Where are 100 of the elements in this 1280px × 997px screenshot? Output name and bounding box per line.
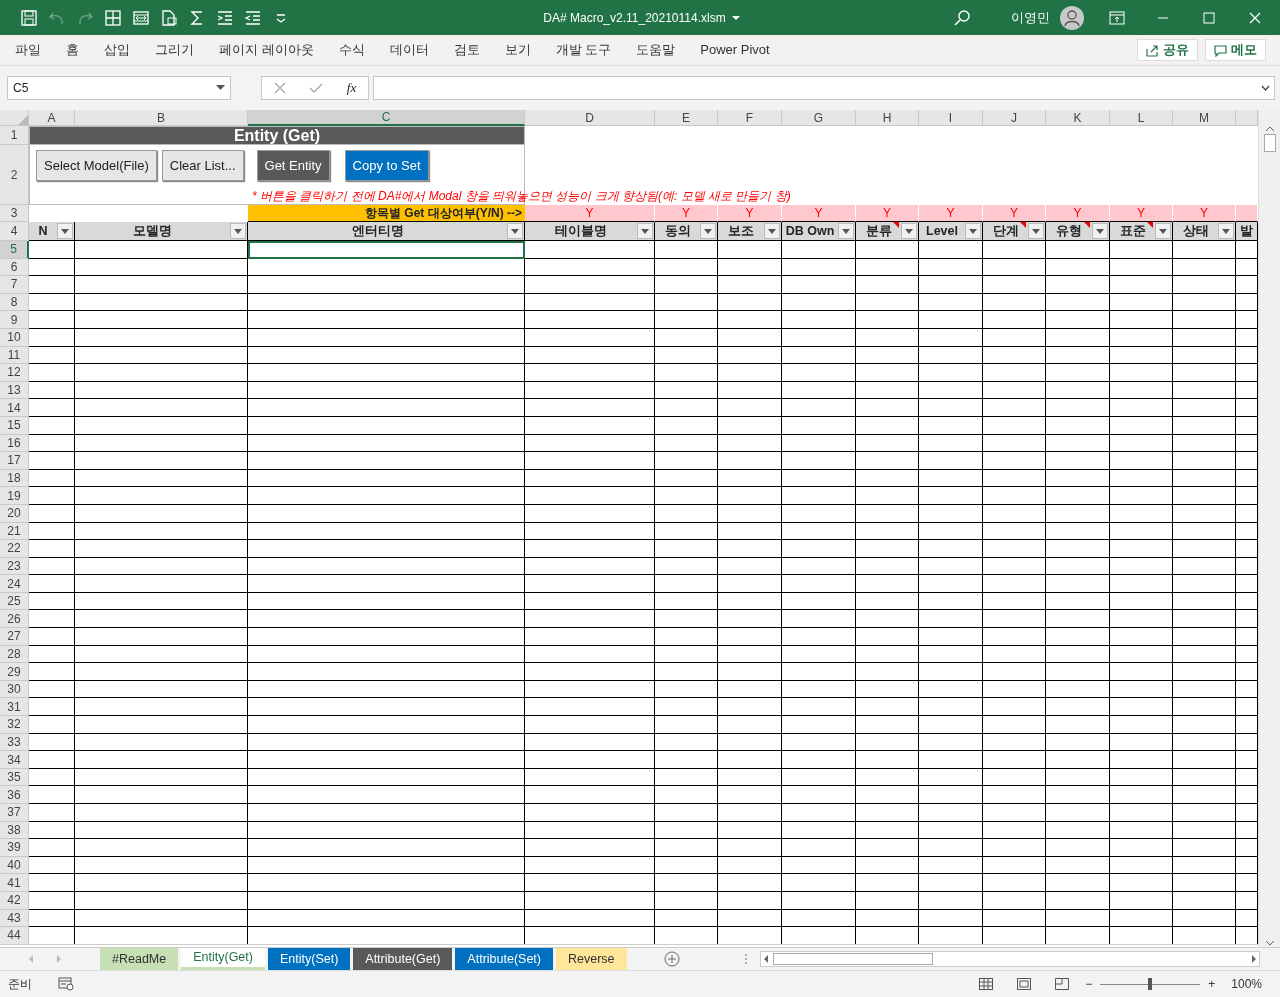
- row-header[interactable]: 34: [0, 751, 29, 769]
- column-header[interactable]: F: [718, 110, 782, 126]
- ribbon-tab[interactable]: 파일: [15, 40, 41, 60]
- share-button[interactable]: 공유: [1137, 39, 1198, 61]
- close-icon[interactable]: [1249, 11, 1261, 24]
- row-header[interactable]: 31: [0, 698, 29, 717]
- row-header[interactable]: 26: [0, 610, 29, 629]
- insert-function-button[interactable]: fx: [346, 78, 357, 98]
- row-header[interactable]: 24: [0, 575, 29, 593]
- sheet-tab[interactable]: Attribute(Get): [353, 948, 453, 970]
- row-header[interactable]: 39: [0, 839, 29, 857]
- document-icon[interactable]: [160, 8, 178, 27]
- filter-button[interactable]: [764, 223, 780, 239]
- zoom-level[interactable]: 100%: [1231, 975, 1262, 993]
- formula-field[interactable]: [373, 76, 1275, 100]
- grid-icon[interactable]: [104, 8, 122, 27]
- column-header[interactable]: G: [782, 110, 856, 126]
- macro-button[interactable]: Clear List...: [161, 150, 244, 181]
- row-header[interactable]: 3: [0, 205, 29, 222]
- ribbon-tab[interactable]: 보기: [504, 40, 531, 60]
- scroll-thumb[interactable]: [772, 953, 933, 965]
- ribbon-display-icon[interactable]: [1109, 10, 1125, 25]
- macro-button[interactable]: Get Entity: [256, 150, 330, 181]
- caret-icon[interactable]: [731, 14, 740, 21]
- filter-button[interactable]: [1028, 223, 1044, 239]
- column-header[interactable]: H: [856, 110, 919, 126]
- maximize-icon[interactable]: [1203, 11, 1215, 24]
- row-header[interactable]: 12: [0, 364, 29, 382]
- row-header[interactable]: 29: [0, 663, 29, 681]
- row-header[interactable]: 32: [0, 716, 29, 734]
- row-header[interactable]: 44: [0, 927, 29, 944]
- column-header[interactable]: L: [1110, 110, 1173, 126]
- ribbon-tab[interactable]: 페이지 레이아웃: [219, 40, 314, 60]
- row-header[interactable]: 7: [0, 276, 29, 294]
- column-header[interactable]: M: [1173, 110, 1236, 126]
- row-header[interactable]: 22: [0, 540, 29, 558]
- column-header[interactable]: I: [919, 110, 983, 126]
- search-icon[interactable]: [953, 8, 971, 27]
- avatar-icon[interactable]: [1060, 5, 1084, 30]
- add-sheet-icon[interactable]: [663, 951, 680, 967]
- row-header[interactable]: 9: [0, 311, 29, 329]
- row-header[interactable]: 36: [0, 786, 29, 804]
- filter-button[interactable]: [507, 223, 523, 239]
- row-header[interactable]: 4: [0, 222, 29, 241]
- row-header[interactable]: 19: [0, 487, 29, 505]
- expand-icon[interactable]: [1261, 85, 1270, 91]
- filter-button[interactable]: [1218, 223, 1234, 239]
- row-header[interactable]: 14: [0, 399, 29, 417]
- name-box[interactable]: C5: [7, 76, 231, 100]
- frame-icon[interactable]: [132, 8, 150, 27]
- filter-button[interactable]: [838, 223, 854, 239]
- row-header[interactable]: 5: [0, 241, 29, 259]
- macro-button[interactable]: Select Model(File): [36, 150, 157, 181]
- column-header[interactable]: K: [1046, 110, 1110, 126]
- row-header[interactable]: 27: [0, 628, 29, 646]
- sheet-tab[interactable]: Reverse: [556, 948, 627, 970]
- filter-button[interactable]: [1155, 223, 1171, 239]
- outdent-icon[interactable]: [244, 8, 262, 27]
- ribbon-tab[interactable]: 수식: [338, 40, 365, 60]
- column-header[interactable]: D: [525, 110, 655, 126]
- scroll-down-icon[interactable]: [1264, 939, 1275, 947]
- row-header[interactable]: 41: [0, 874, 29, 892]
- filter-button[interactable]: [1092, 223, 1108, 239]
- row-header[interactable]: 1: [0, 126, 29, 145]
- normal-view-icon[interactable]: [979, 978, 994, 990]
- ribbon-tab[interactable]: 데이터: [389, 40, 429, 60]
- column-header[interactable]: B: [75, 110, 248, 126]
- column-header[interactable]: A: [29, 110, 75, 126]
- row-header[interactable]: 37: [0, 804, 29, 822]
- scroll-left-icon[interactable]: [762, 955, 769, 963]
- sheet-tab[interactable]: #ReadMe: [100, 948, 179, 970]
- sheet-tab[interactable]: Entity(Get): [181, 948, 265, 970]
- sheet-tab[interactable]: Attribute(Set): [455, 948, 553, 970]
- sheet-tab[interactable]: Entity(Set): [267, 948, 351, 970]
- scroll-up-icon[interactable]: [1264, 126, 1275, 132]
- filter-button[interactable]: [230, 223, 246, 239]
- ribbon-tab[interactable]: 삽입: [104, 40, 130, 60]
- scroll-thumb[interactable]: [1263, 134, 1276, 152]
- ribbon-tab[interactable]: 도움말: [636, 40, 676, 60]
- ribbon-tab[interactable]: 홈: [66, 40, 79, 60]
- save-icon[interactable]: [20, 8, 38, 27]
- row-header[interactable]: 2: [0, 145, 29, 205]
- comments-button[interactable]: 메모: [1205, 39, 1266, 61]
- filter-button[interactable]: [57, 223, 73, 239]
- indent-icon[interactable]: [216, 8, 234, 27]
- ribbon-tab[interactable]: 개발 도구: [555, 40, 612, 60]
- row-header[interactable]: 17: [0, 452, 29, 470]
- column-header[interactable]: E: [655, 110, 718, 126]
- ribbon-tab[interactable]: 그리기: [155, 40, 194, 60]
- filter-button[interactable]: [965, 223, 981, 239]
- column-header[interactable]: C: [248, 110, 525, 126]
- filter-button[interactable]: [700, 223, 716, 239]
- active-cell[interactable]: [248, 241, 525, 259]
- ribbon-tab[interactable]: 검토: [453, 40, 480, 60]
- filter-button[interactable]: [637, 223, 653, 239]
- column-header[interactable]: J: [983, 110, 1046, 126]
- page-layout-icon[interactable]: [1017, 978, 1032, 990]
- filter-button[interactable]: [901, 223, 917, 239]
- macro-button[interactable]: Copy to Set: [344, 150, 429, 181]
- zoom-thumb[interactable]: [1148, 978, 1153, 990]
